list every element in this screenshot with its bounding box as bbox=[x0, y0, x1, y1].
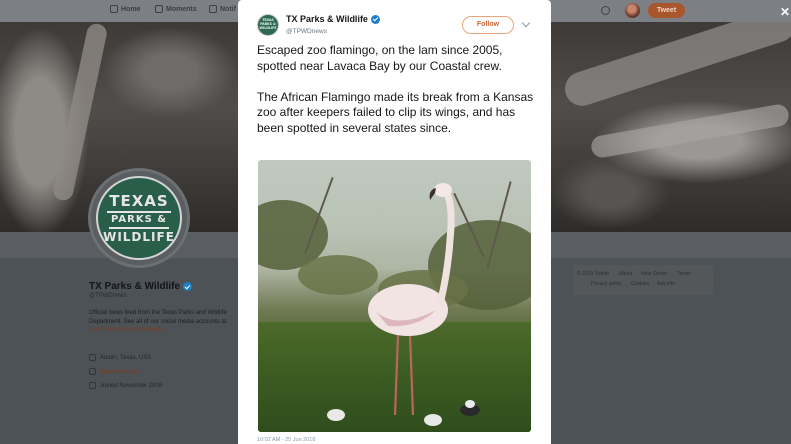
photo-bird bbox=[424, 414, 442, 426]
profile-bio: Official news feed from the Texas Parks … bbox=[89, 309, 229, 335]
profile-location: Austin, Texas, USA bbox=[89, 354, 151, 361]
calendar-icon bbox=[89, 382, 96, 389]
tweet-photo[interactable] bbox=[258, 160, 531, 432]
logo-line-parks: PARKS & bbox=[108, 213, 169, 229]
home-icon bbox=[110, 5, 118, 13]
tweet-author-avatar[interactable]: TEXAS PARKS & WILDLIFE bbox=[257, 14, 279, 36]
nav-home[interactable]: Home bbox=[110, 5, 140, 13]
profile-name-text: TX Parks & Wildlife bbox=[89, 281, 181, 292]
nav-moments-label: Moments bbox=[166, 5, 197, 13]
close-icon[interactable]: ✕ bbox=[780, 6, 790, 18]
flamingo-neck bbox=[437, 192, 455, 304]
search-icon[interactable] bbox=[601, 6, 610, 15]
flamingo-beak bbox=[429, 188, 436, 200]
tweet-author-name-text: TX Parks & Wildlife bbox=[286, 14, 368, 24]
tweet-button[interactable]: Tweet bbox=[648, 3, 685, 18]
footer-links: © 2018 Twitter About Help Center Terms P… bbox=[573, 265, 713, 295]
photo-bird bbox=[327, 409, 345, 421]
profile-bio-link[interactable]: tpwd.state.tx.us/socialmedia bbox=[89, 327, 164, 333]
profile-joined: Joined November 2008 bbox=[89, 382, 162, 389]
avatar-line: WILDLIFE bbox=[259, 25, 277, 30]
photo-bird-head bbox=[465, 400, 475, 408]
flamingo-head bbox=[434, 183, 452, 197]
flamingo-leg bbox=[408, 334, 415, 416]
tweet-paragraph: The African Flamingo made its break from… bbox=[257, 89, 534, 135]
moments-icon bbox=[155, 5, 163, 13]
logo-line-wildlife: WILDLIFE bbox=[103, 229, 175, 244]
notifications-icon bbox=[209, 5, 217, 13]
footer-link[interactable]: Terms bbox=[677, 271, 691, 277]
follow-button[interactable]: Follow bbox=[462, 16, 514, 34]
tweet-author-handle[interactable]: @TPWDnews bbox=[286, 28, 327, 35]
footer-link[interactable]: Cookies bbox=[631, 281, 649, 287]
profile-joined-text: Joined November 2008 bbox=[100, 382, 163, 389]
logo-line-texas: TEXAS bbox=[107, 193, 171, 213]
nav-moments[interactable]: Moments bbox=[155, 5, 197, 13]
nav-notifications[interactable]: Notif bbox=[209, 5, 236, 13]
footer-link[interactable]: Ads info bbox=[657, 281, 675, 287]
profile-website-text[interactable]: tpwd.texas.gov bbox=[100, 369, 140, 375]
link-icon bbox=[89, 368, 96, 375]
profile-location-text: Austin, Texas, USA bbox=[100, 354, 152, 361]
profile-handle[interactable]: @TPWDnews bbox=[89, 293, 127, 299]
footer-link[interactable]: © 2018 Twitter bbox=[577, 271, 609, 277]
footer-link[interactable]: About bbox=[619, 271, 632, 277]
nav-home-label: Home bbox=[121, 5, 141, 13]
profile-bio-text: Official news feed from the Texas Parks … bbox=[89, 310, 227, 325]
tweet-timestamp[interactable]: 10:02 AM - 25 Jun 2018 bbox=[257, 437, 315, 443]
tweet-text: Escaped zoo flamingo, on the lam since 2… bbox=[257, 43, 537, 152]
nav-notifications-label: Notif bbox=[220, 5, 236, 13]
verified-icon bbox=[183, 282, 193, 291]
footer-link[interactable]: Help Center bbox=[641, 271, 668, 277]
location-icon bbox=[89, 354, 96, 361]
verified-icon bbox=[370, 14, 380, 24]
flamingo-illustration bbox=[327, 183, 480, 426]
avatar[interactable] bbox=[625, 3, 640, 18]
tweet-author-name[interactable]: TX Parks & Wildlife bbox=[286, 14, 380, 24]
tweet-paragraph: Escaped zoo flamingo, on the lam since 2… bbox=[257, 43, 503, 73]
profile-name[interactable]: TX Parks & Wildlife bbox=[89, 281, 193, 292]
footer-link[interactable]: Privacy policy bbox=[591, 281, 622, 287]
flamingo-leg bbox=[393, 334, 400, 416]
profile-website[interactable]: tpwd.texas.gov bbox=[89, 368, 140, 375]
profile-avatar[interactable]: TEXAS PARKS & WILDLIFE bbox=[96, 176, 182, 260]
